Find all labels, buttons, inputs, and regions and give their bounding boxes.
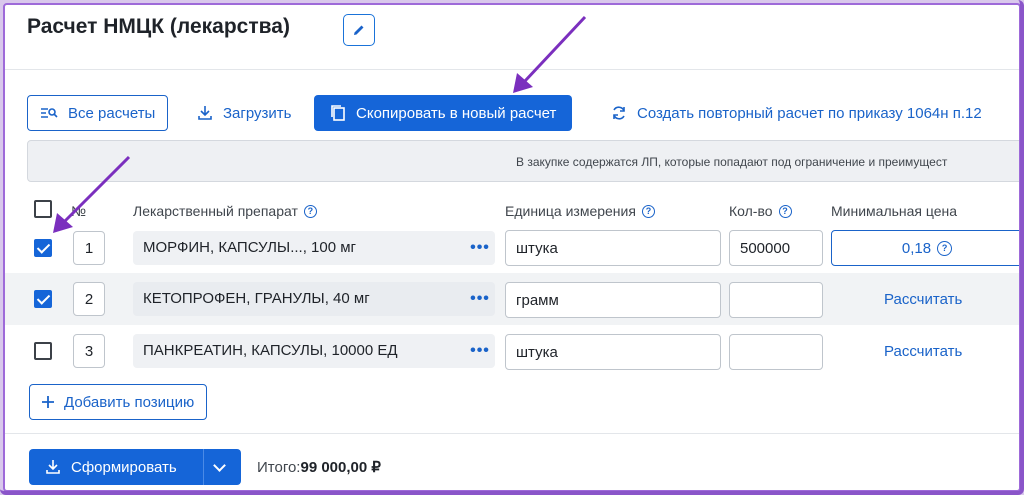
chevron-down-icon[interactable] — [213, 459, 226, 472]
total-label: Итого: — [257, 459, 301, 476]
unit-field[interactable]: грамм — [505, 282, 721, 318]
qty-field[interactable]: 500000 — [729, 230, 823, 266]
col-header-drug-label: Лекарственный препарат — [133, 203, 298, 219]
all-calcs-button[interactable]: Все расчеты — [27, 95, 169, 131]
all-calcs-label: Все расчеты — [68, 104, 156, 122]
row-checkbox[interactable] — [34, 290, 52, 308]
unit-field[interactable]: штука — [505, 230, 721, 266]
restriction-notice: В закупке содержатся ЛП, которые попадаю… — [27, 140, 1019, 182]
col-header-drug: Лекарственный препарат ? — [133, 203, 317, 219]
more-options-icon[interactable]: ••• — [465, 231, 495, 265]
min-price-value: 0,18 — [901, 239, 932, 257]
col-header-min-price: Минимальная цена — [831, 203, 958, 219]
more-options-icon[interactable]: ••• — [465, 282, 495, 316]
row-checkbox[interactable] — [34, 342, 52, 360]
total-amount: Итого:99 000,00 ₽ — [257, 458, 381, 476]
qty-field[interactable] — [729, 334, 823, 370]
page-title: Расчет НМЦК (лекарства) — [27, 15, 290, 38]
edit-title-button[interactable] — [343, 14, 375, 46]
drug-name: МОРФИН, КАПСУЛЫ..., 100 мг — [143, 239, 357, 256]
col-header-qty-label: Кол-во — [729, 203, 773, 219]
drug-field[interactable]: ПАНКРЕАТИН, КАПСУЛЫ, 10000 ЕД ••• — [133, 334, 495, 368]
repeat-calc-label: Создать повторный расчет по приказу 1064… — [637, 104, 982, 122]
footer-divider — [5, 433, 1019, 434]
qty-field[interactable] — [729, 282, 823, 318]
generate-label: Сформировать — [71, 458, 177, 476]
row-checkbox[interactable] — [34, 239, 52, 257]
copy-new-calc-label: Скопировать в новый расчет — [356, 104, 557, 122]
upload-label: Загрузить — [223, 104, 292, 122]
col-header-qty: Кол-во ? — [729, 203, 792, 219]
calculate-link[interactable]: Рассчитать — [884, 291, 962, 308]
row-number[interactable]: 1 — [73, 231, 105, 265]
unit-field[interactable]: штука — [505, 334, 721, 370]
calculate-link[interactable]: Рассчитать — [884, 343, 962, 360]
total-value: 99 000,00 ₽ — [300, 459, 381, 476]
upload-button[interactable]: Загрузить — [185, 95, 304, 131]
refresh-icon — [613, 106, 625, 120]
row-number[interactable]: 3 — [73, 334, 105, 368]
select-all-checkbox[interactable] — [34, 200, 52, 218]
drug-field[interactable]: МОРФИН, КАПСУЛЫ..., 100 мг ••• — [133, 231, 495, 265]
drug-field[interactable]: КЕТОПРОФЕН, ГРАНУЛЫ, 40 мг ••• — [133, 282, 495, 316]
add-position-label: Добавить позицию — [64, 393, 195, 411]
help-icon[interactable]: ? — [778, 204, 792, 218]
annotation-arrow-top — [513, 15, 587, 93]
header-divider — [5, 69, 1019, 70]
col-header-unit: Единица измерения ? — [505, 203, 655, 219]
col-header-num: № — [71, 203, 87, 219]
page-frame: Расчет НМЦК (лекарства) Все расчеты Загр… — [3, 3, 1021, 492]
list-search-icon — [41, 108, 58, 118]
download-icon — [46, 460, 60, 474]
help-icon[interactable]: ? — [303, 204, 317, 218]
button-separator — [203, 449, 204, 485]
help-icon: ? — [937, 240, 953, 256]
plus-icon — [42, 396, 54, 408]
col-header-unit-label: Единица измерения — [505, 203, 636, 219]
add-position-button[interactable]: Добавить позицию — [29, 384, 208, 420]
pencil-icon — [354, 25, 364, 35]
row-number[interactable]: 2 — [73, 282, 105, 316]
help-icon[interactable]: ? — [641, 204, 655, 218]
drug-name: ПАНКРЕАТИН, КАПСУЛЫ, 10000 ЕД — [143, 342, 398, 359]
more-options-icon[interactable]: ••• — [465, 334, 495, 368]
download-icon — [198, 106, 212, 120]
drug-name: КЕТОПРОФЕН, ГРАНУЛЫ, 40 мг — [143, 290, 370, 307]
repeat-calc-button[interactable]: Создать повторный расчет по приказу 1064… — [599, 95, 994, 131]
copy-new-calc-button[interactable]: Скопировать в новый расчет — [314, 95, 573, 131]
generate-button[interactable]: Сформировать — [29, 449, 241, 485]
copy-icon — [331, 105, 345, 121]
min-price-button[interactable]: 0,18 ? — [831, 230, 1019, 266]
